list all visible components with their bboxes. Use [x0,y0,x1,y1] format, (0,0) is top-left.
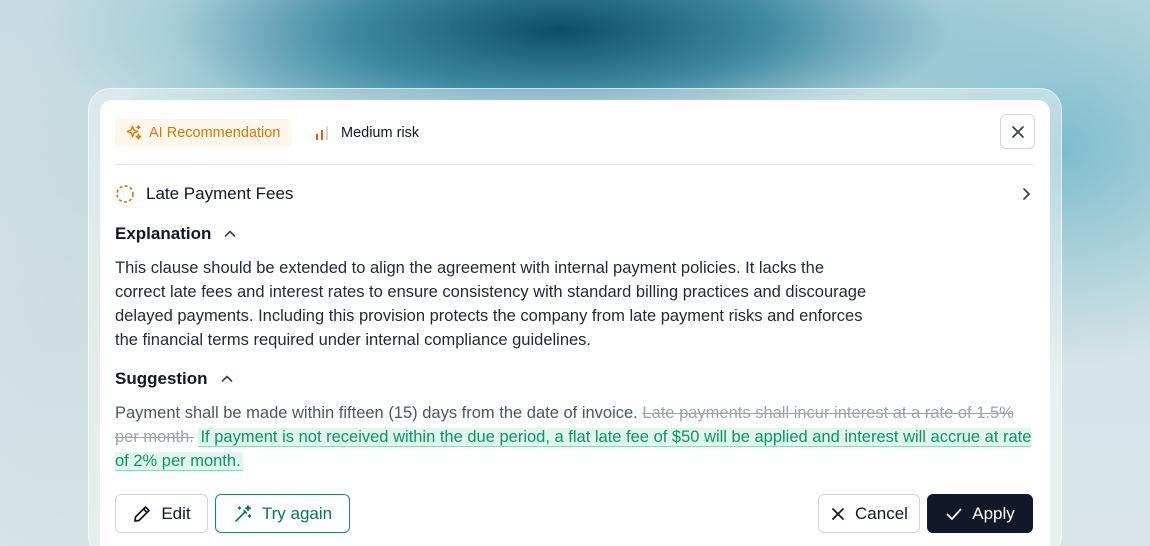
magic-wand-icon [233,504,253,524]
explanation-text: This clause should be extended to align … [115,256,975,352]
edit-label: Edit [161,503,191,523]
explanation-heading: Explanation [115,224,212,243]
cancel-button[interactable]: Cancel [818,494,920,533]
dashed-circle-icon [115,184,135,204]
risk-label: Medium risk [341,125,420,141]
risk-indicator: Medium risk [315,119,419,147]
chevron-right-icon[interactable] [1017,185,1035,203]
explanation-line: the financial terms required under inter… [115,331,592,349]
pencil-icon [132,504,152,524]
ai-recommendation-badge: AI Recommendation [115,119,292,147]
chevron-up-icon [220,372,234,386]
apply-label: Apply [972,503,1015,523]
explanation-line: This clause should be extended to align … [115,259,824,277]
try-again-label: Try again [261,503,333,523]
explanation-toggle[interactable]: Explanation [115,223,237,245]
ai-recommendation-label: AI Recommendation [149,125,281,141]
explanation-line: correct late fees and interest rates to … [115,283,867,301]
clause-title: Late Payment Fees [146,184,294,203]
recommendation-card: AI Recommendation Medium risk Late Payme… [100,100,1050,546]
suggestion-toggle[interactable]: Suggestion [115,368,234,390]
close-button[interactable] [1000,114,1035,149]
chevron-up-icon [223,227,237,241]
close-icon [830,506,846,522]
explanation-line: delayed payments. Including this provisi… [115,307,863,325]
signal-bars-icon [315,126,329,140]
apply-button[interactable]: Apply [927,494,1033,533]
kept-text: Payment shall be made within fifteen (15… [115,404,638,422]
try-again-button[interactable]: Try again [215,494,350,533]
cancel-label: Cancel [855,503,908,523]
inserted-text: If payment is not received within the du… [115,428,1032,471]
suggestion-heading: Suggestion [115,369,208,388]
suggestion-text: Payment shall be made within fifteen (15… [115,401,1035,473]
check-icon [945,505,963,523]
clause-row[interactable]: Late Payment Fees [115,182,1035,206]
close-icon [1011,125,1025,139]
edit-button[interactable]: Edit [115,494,208,533]
sparkles-icon [125,124,143,142]
card-header: AI Recommendation Medium risk [115,114,1035,165]
